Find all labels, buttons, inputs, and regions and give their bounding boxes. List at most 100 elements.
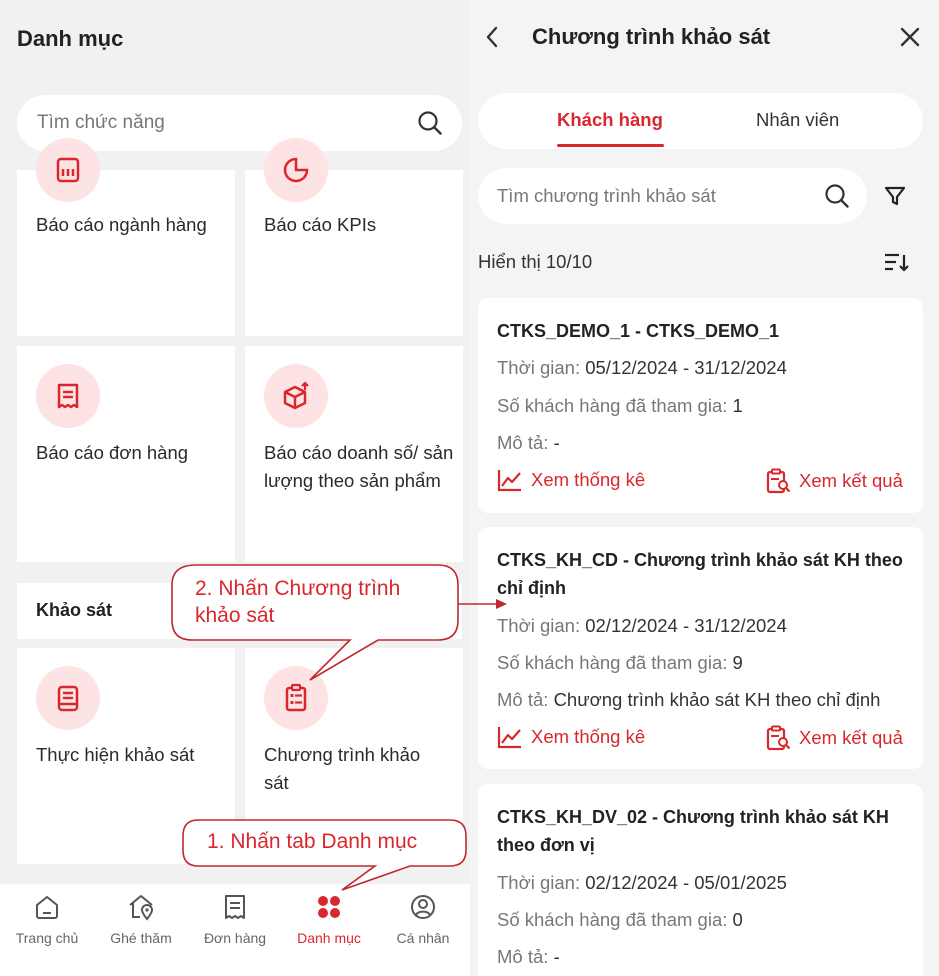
search-icon[interactable] xyxy=(416,109,444,137)
tile-label: Thực hiện khảo sát xyxy=(36,744,195,765)
annotation-step2-line2: khảo sát xyxy=(195,604,275,627)
line-chart-icon xyxy=(497,470,521,492)
tile-label: Báo cáo doanh số/ sản lượng theo sản phẩ… xyxy=(264,442,454,491)
nav-orders[interactable]: Đơn hàng xyxy=(188,884,282,976)
view-stats-button[interactable]: Xem thống kê xyxy=(497,725,645,749)
customers-value: 1 xyxy=(732,395,743,416)
bottom-navigation: Trang chủ Ghé thăm Đơn hàng Danh mục Cá … xyxy=(0,884,470,976)
annotation-step2-line1: 2. Nhấn Chương trình xyxy=(195,577,401,600)
customers-row: Số khách hàng đã tham gia: 1 xyxy=(497,395,743,417)
tile-industry-report[interactable]: Báo cáo ngành hàng xyxy=(17,138,235,336)
section-title: Khảo sát xyxy=(36,600,113,620)
desc-value: - xyxy=(553,432,560,453)
desc-label: Mô tả: xyxy=(497,946,549,967)
kpi-chart-icon xyxy=(264,138,328,202)
clipboard-search-icon xyxy=(766,725,791,751)
desc-row: Mô tả: Chương trình khảo sát KH theo chỉ… xyxy=(497,689,880,711)
tile-label: Chương trình khảo sát xyxy=(264,744,421,793)
view-result-label: Xem kết quả xyxy=(799,727,903,748)
desc-value: - xyxy=(553,946,560,967)
survey-card[interactable]: CTKS_KH_DV_02 - Chương trình khảo sát KH… xyxy=(478,784,923,976)
tab-customer[interactable]: Khách hàng xyxy=(557,109,663,131)
survey-search-input[interactable]: Tìm chương trình khảo sát xyxy=(478,168,867,224)
clipboard-search-icon xyxy=(766,468,791,494)
order-receipt-icon xyxy=(220,892,250,922)
desc-row: Mô tả: - xyxy=(497,946,560,968)
page-title: Danh mục xyxy=(17,26,124,51)
customers-row: Số khách hàng đã tham gia: 9 xyxy=(497,652,743,674)
time-row: Thời gian: 02/12/2024 - 05/01/2025 xyxy=(497,872,787,894)
home-icon xyxy=(32,892,62,922)
report-icon xyxy=(36,138,100,202)
desc-row: Mô tả: - xyxy=(497,432,560,454)
customers-value: 9 xyxy=(732,652,743,673)
nav-label: Cá nhân xyxy=(396,930,450,946)
customers-label: Số khách hàng đã tham gia: xyxy=(497,909,728,930)
view-stats-label: Xem thống kê xyxy=(531,726,646,747)
header-bar: Chương trình khảo sát xyxy=(470,0,939,76)
nav-visit[interactable]: Ghé thăm xyxy=(94,884,188,976)
view-result-label: Xem kết quả xyxy=(799,470,903,491)
tile-do-survey[interactable]: Thực hiện khảo sát xyxy=(17,648,235,864)
user-profile-icon xyxy=(408,892,438,922)
customers-row: Số khách hàng đã tham gia: 0 xyxy=(497,909,743,931)
segment-tabs: Khách hàng Nhân viên xyxy=(478,93,923,149)
annotation-step2: 2. Nhấn Chương trình khảo sát xyxy=(195,575,400,629)
result-count: Hiển thị 10/10 xyxy=(478,251,593,272)
time-value: 02/12/2024 - 05/01/2025 xyxy=(585,872,787,893)
survey-program-panel: Chương trình khảo sát Khách hàng Nhân vi… xyxy=(470,0,939,976)
clipboard-list-icon xyxy=(264,666,328,730)
customers-label: Số khách hàng đã tham gia: xyxy=(497,652,728,673)
visit-location-icon xyxy=(126,892,156,922)
survey-title: CTKS_KH_DV_02 - Chương trình khảo sát KH… xyxy=(497,807,889,855)
desc-label: Mô tả: xyxy=(497,689,549,710)
view-result-button[interactable]: Xem kết quả xyxy=(765,468,903,494)
search-placeholder: Tìm chức năng xyxy=(37,112,165,133)
survey-title: CTKS_KH_CD - Chương trình khảo sát KH th… xyxy=(497,550,903,598)
tile-label: Báo cáo đơn hàng xyxy=(36,442,189,463)
view-stats-label: Xem thống kê xyxy=(531,469,646,490)
tile-label: Báo cáo KPIs xyxy=(264,214,377,235)
tile-order-report[interactable]: Báo cáo đơn hàng xyxy=(17,346,235,562)
nav-home[interactable]: Trang chủ xyxy=(0,884,94,976)
desc-value: Chương trình khảo sát KH theo chỉ định xyxy=(553,689,881,710)
filter-funnel-icon[interactable] xyxy=(881,182,909,210)
nav-label: Ghé thăm xyxy=(110,930,172,946)
time-row: Thời gian: 02/12/2024 - 31/12/2024 xyxy=(497,615,787,637)
nav-profile[interactable]: Cá nhân xyxy=(376,884,470,976)
nav-label: Danh mục xyxy=(297,930,361,946)
search-placeholder: Tìm chương trình khảo sát xyxy=(497,185,716,206)
survey-card[interactable]: CTKS_KH_CD - Chương trình khảo sát KH th… xyxy=(478,527,923,769)
survey-title: CTKS_DEMO_1 - CTKS_DEMO_1 xyxy=(497,321,780,341)
desc-label: Mô tả: xyxy=(497,432,549,453)
survey-book-icon xyxy=(36,666,100,730)
active-tab-indicator xyxy=(557,144,664,147)
time-value: 05/12/2024 - 31/12/2024 xyxy=(585,357,787,378)
line-chart-icon xyxy=(497,727,521,749)
view-result-button[interactable]: Xem kết quả xyxy=(765,725,903,751)
close-icon[interactable] xyxy=(897,22,923,52)
time-label: Thời gian: xyxy=(497,872,581,893)
order-report-icon xyxy=(36,364,100,428)
nav-label: Đơn hàng xyxy=(203,930,267,946)
back-chevron-icon[interactable] xyxy=(480,22,504,52)
survey-card[interactable]: CTKS_DEMO_1 - CTKS_DEMO_1 Thời gian: 05/… xyxy=(478,298,923,513)
time-value: 02/12/2024 - 31/12/2024 xyxy=(585,615,787,636)
sort-icon[interactable] xyxy=(881,249,911,275)
search-icon[interactable] xyxy=(823,182,851,210)
nav-label: Trang chủ xyxy=(15,930,79,946)
box-upload-icon xyxy=(264,364,328,428)
tile-kpi-report[interactable]: Báo cáo KPIs xyxy=(245,138,463,336)
customers-value: 0 xyxy=(732,909,743,930)
time-label: Thời gian: xyxy=(497,357,581,378)
nav-catalog[interactable]: Danh mục xyxy=(282,884,376,976)
time-label: Thời gian: xyxy=(497,615,581,636)
grid-menu-icon xyxy=(314,892,344,922)
time-row: Thời gian: 05/12/2024 - 31/12/2024 xyxy=(497,357,787,379)
page-title: Chương trình khảo sát xyxy=(532,24,771,49)
tab-employee[interactable]: Nhân viên xyxy=(756,109,839,131)
view-stats-button[interactable]: Xem thống kê xyxy=(497,468,645,492)
tile-sales-report[interactable]: Báo cáo doanh số/ sản lượng theo sản phẩ… xyxy=(245,346,463,562)
tile-label: Báo cáo ngành hàng xyxy=(36,214,207,235)
annotation-step1: 1. Nhấn tab Danh mục xyxy=(207,830,418,853)
